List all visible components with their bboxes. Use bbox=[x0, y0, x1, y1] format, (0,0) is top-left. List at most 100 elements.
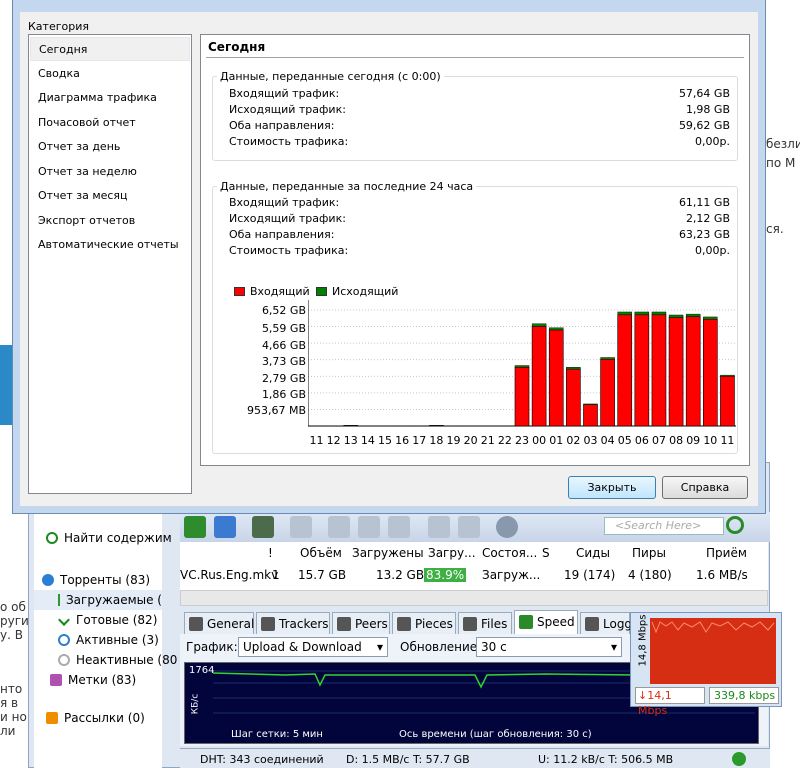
remove-icon[interactable] bbox=[290, 516, 312, 538]
category-summary[interactable]: Сводка bbox=[30, 62, 190, 86]
close-button[interactable]: Закрыть bbox=[568, 476, 656, 499]
category-hourly[interactable]: Почасовой отчет bbox=[30, 111, 190, 135]
bar-outgoing bbox=[446, 425, 461, 427]
inactive-arrows-icon bbox=[58, 654, 70, 666]
tab-speed[interactable]: Speed bbox=[514, 610, 578, 634]
legend-swatch-incoming bbox=[234, 287, 245, 296]
bar-outgoing bbox=[668, 314, 684, 318]
add-torrent-icon[interactable] bbox=[184, 516, 206, 538]
chevron-down-icon: ▾ bbox=[610, 640, 617, 654]
create-torrent-icon[interactable] bbox=[252, 516, 274, 538]
bg-text: ся. bbox=[766, 222, 784, 236]
category-auto-reports[interactable]: Автоматические отчеты bbox=[30, 233, 190, 257]
legend-swatch-outgoing bbox=[316, 287, 327, 296]
column-header[interactable]: Загру... bbox=[428, 546, 476, 560]
column-header[interactable]: Сиды bbox=[576, 546, 610, 560]
bar-outgoing bbox=[549, 327, 564, 331]
bar-outgoing bbox=[651, 311, 667, 316]
move-up-icon[interactable] bbox=[428, 516, 450, 538]
category-traffic-chart[interactable]: Диаграмма трафика bbox=[30, 86, 190, 110]
help-button[interactable]: Справка bbox=[662, 476, 748, 499]
bar-outgoing bbox=[685, 313, 701, 317]
column-header[interactable]: S bbox=[542, 546, 550, 560]
column-header[interactable]: Состоя... bbox=[482, 546, 537, 560]
column-header[interactable]: Пиры bbox=[632, 546, 666, 560]
sidebar-item-downloading[interactable]: Загружаемые ( bbox=[34, 590, 162, 610]
search-icon[interactable] bbox=[726, 516, 744, 534]
tab-files[interactable]: Files bbox=[458, 612, 512, 634]
bar-incoming bbox=[685, 316, 701, 427]
x-tick-label: 09 bbox=[686, 434, 701, 447]
sidebar-item-active[interactable]: Активные (3) bbox=[58, 630, 159, 650]
tab-general[interactable]: General bbox=[184, 612, 254, 634]
category-today[interactable]: Сегодня bbox=[30, 37, 190, 61]
column-header[interactable]: Объём bbox=[300, 546, 342, 560]
bar-incoming bbox=[514, 366, 530, 427]
bar-outgoing bbox=[343, 425, 359, 426]
column-header[interactable]: Приём bbox=[706, 546, 747, 560]
horizontal-scrollbar[interactable] bbox=[180, 590, 768, 606]
bar-outgoing bbox=[480, 425, 495, 427]
bar-incoming bbox=[720, 375, 735, 427]
category-monthly[interactable]: Отчет за месяц bbox=[30, 184, 190, 208]
bg-text: ли bbox=[0, 724, 16, 738]
play-icon[interactable] bbox=[328, 516, 350, 538]
tab-pieces[interactable]: Pieces bbox=[392, 612, 456, 634]
bar-outgoing bbox=[634, 311, 650, 316]
add-link-icon[interactable] bbox=[214, 516, 236, 538]
sidebar-item-completed[interactable]: Готовые (82) bbox=[58, 610, 157, 630]
move-down-icon[interactable] bbox=[458, 516, 480, 538]
stat-label: Оба направления: bbox=[229, 119, 335, 132]
tab-label: Speed bbox=[537, 615, 575, 629]
category-export[interactable]: Экспорт отчетов bbox=[30, 209, 190, 233]
tab-label: Peers bbox=[355, 617, 388, 631]
tab-label: General bbox=[207, 617, 255, 631]
graph-label: График: bbox=[186, 640, 238, 654]
category-daily[interactable]: Отчет за день bbox=[30, 135, 190, 159]
torrent-peers: 4 (180) bbox=[628, 568, 672, 582]
bg-text: у. В bbox=[0, 628, 23, 642]
torrent-name[interactable]: VC.Rus.Eng.mkv bbox=[180, 568, 278, 582]
sidebar-item-feeds[interactable]: Рассылки (0) bbox=[46, 708, 145, 728]
torrent-size: 15.7 GB bbox=[298, 568, 347, 582]
stat-value: 0,00р. bbox=[695, 135, 730, 148]
stat-value: 57,64 GB bbox=[678, 87, 730, 100]
find-content-link[interactable]: Найти содержим bbox=[46, 528, 172, 548]
column-header[interactable]: Загружены bbox=[352, 546, 424, 560]
update-select[interactable]: 30 с ▾ bbox=[476, 637, 622, 657]
stat-value: 2,12 GB bbox=[685, 212, 730, 225]
graph-select[interactable]: Upload & Download ▾ bbox=[238, 637, 388, 657]
x-tick-label: 06 bbox=[634, 434, 649, 447]
x-tick-label: 01 bbox=[549, 434, 564, 447]
x-tick-label: 08 bbox=[669, 434, 684, 447]
sidebar-item-inactive[interactable]: Неактивные (80 bbox=[58, 650, 177, 670]
x-tick-label: 07 bbox=[651, 434, 666, 447]
y-tick-label: 3,73 GB bbox=[261, 355, 306, 368]
x-tick-label: 13 bbox=[343, 434, 358, 447]
stop-icon[interactable] bbox=[388, 516, 410, 538]
stat-value: 59,62 GB bbox=[678, 119, 730, 132]
gear-icon[interactable] bbox=[496, 516, 518, 538]
torrent-number: 1 bbox=[272, 568, 280, 582]
tab-label: Logg bbox=[603, 617, 633, 631]
network-ok-icon[interactable] bbox=[732, 752, 746, 766]
detail-tabs: General Trackers Peers Pieces Files Spee… bbox=[180, 610, 633, 634]
bg-text: и но bbox=[0, 710, 27, 724]
sidebar-item-labels[interactable]: Метки (83) bbox=[50, 670, 136, 690]
speed-chart-icon bbox=[519, 615, 533, 629]
pause-icon[interactable] bbox=[358, 516, 380, 538]
tab-trackers[interactable]: Trackers bbox=[256, 612, 330, 634]
pieces-icon bbox=[397, 617, 411, 631]
bar-outgoing bbox=[720, 374, 735, 377]
sidebar-item-torrents[interactable]: Торренты (83) bbox=[42, 570, 150, 590]
column-header[interactable]: ! bbox=[268, 546, 273, 560]
tab-logger[interactable]: Logg bbox=[580, 612, 633, 634]
widget-download: ↓14,1 Mbps bbox=[635, 687, 705, 717]
traffic-chart bbox=[308, 300, 736, 427]
x-tick-label: 18 bbox=[429, 434, 444, 447]
time-axis-label: Ось времени (шаг обновления: 30 с) bbox=[399, 729, 592, 740]
tab-peers[interactable]: Peers bbox=[332, 612, 390, 634]
category-weekly[interactable]: Отчет за неделю bbox=[30, 160, 190, 184]
bar-outgoing bbox=[309, 425, 324, 427]
search-input[interactable]: <Search Here> bbox=[604, 517, 724, 535]
